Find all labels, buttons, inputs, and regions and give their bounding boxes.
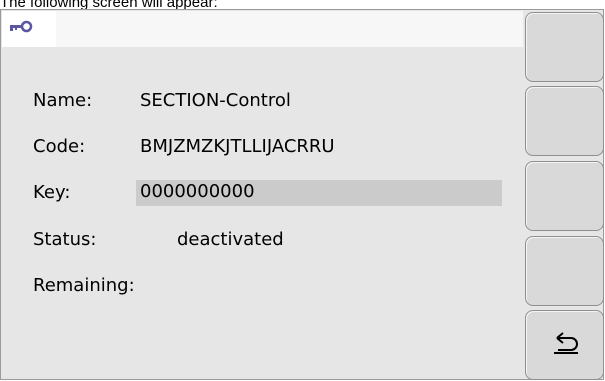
- softkey-1[interactable]: [525, 12, 604, 82]
- key-label: Key:: [33, 182, 71, 203]
- softkey-2[interactable]: [525, 86, 604, 156]
- tab-license[interactable]: [2, 11, 56, 47]
- return-button[interactable]: [525, 310, 604, 380]
- return-icon: [551, 331, 581, 359]
- key-value: 0000000000: [140, 181, 255, 202]
- status-value: deactivated: [177, 229, 284, 250]
- license-screen: Name: SECTION-Control Code: BMJZMZKJTLLI…: [0, 9, 604, 380]
- code-label: Code:: [33, 136, 86, 157]
- tab-bar: [56, 11, 523, 47]
- softkey-3[interactable]: [525, 161, 604, 231]
- code-value: BMJZMZKJTLLIJACRRU: [140, 136, 335, 157]
- key-input[interactable]: 0000000000: [136, 180, 502, 206]
- key-icon: [9, 19, 33, 38]
- status-label: Status:: [33, 229, 97, 250]
- softkey-4[interactable]: [525, 236, 604, 306]
- remaining-label: Remaining:: [33, 275, 135, 296]
- softkey-column: [523, 10, 604, 380]
- name-label: Name:: [33, 90, 93, 111]
- name-value: SECTION-Control: [140, 90, 291, 111]
